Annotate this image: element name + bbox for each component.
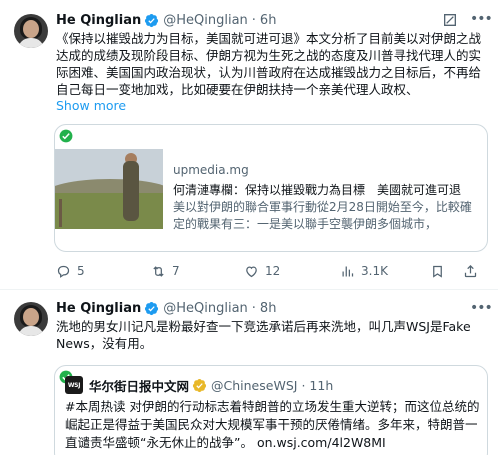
wsj-logo: WSJ [65, 376, 83, 394]
action-bar: 5 7 12 3.1K [56, 262, 488, 280]
verified-badge-icon [145, 13, 159, 27]
views-count: 3.1K [361, 264, 388, 278]
card-description: 美以對伊朗的聯合軍事行動從2月28日開始至今，比較確定的戰果有三：一是美以聯手空… [173, 200, 472, 231]
grok-icon[interactable] [442, 12, 458, 28]
retweet-button[interactable]: 7 [151, 262, 180, 280]
avatar[interactable] [14, 302, 48, 336]
quote-author-handle[interactable]: @ChineseWSJ [211, 378, 297, 393]
time-separator: · [251, 12, 256, 28]
tweet[interactable]: He Qinglian @HeQinglian · 8h ••• 洗地的男女川记… [0, 291, 498, 455]
link-card[interactable]: upmedia.mg 何清漣專欄：保持以摧毀戰力為目標 美國就可進可退 美以對伊… [54, 124, 488, 252]
timestamp[interactable]: 6h [260, 13, 277, 28]
tweet-header: He Qinglian @HeQinglian · 6h [56, 10, 276, 30]
author-handle[interactable]: @HeQinglian [163, 13, 248, 28]
heart-icon [246, 265, 257, 277]
check-icon [59, 129, 73, 143]
like-count: 12 [265, 264, 281, 278]
quote-timestamp[interactable]: 11h [309, 378, 333, 393]
share-icon [464, 264, 477, 277]
time-separator: · [251, 300, 256, 316]
author-name[interactable]: He Qinglian [56, 301, 141, 316]
quote-text-block: #本周热读 对伊朗的行动标志着特朗普的立场发生重大逆转；而这位总统的崛起正是得益… [65, 398, 481, 452]
verified-org-badge-icon [192, 378, 207, 392]
show-more-link[interactable]: Show more [56, 98, 126, 113]
tweet[interactable]: He Qinglian @HeQinglian · 6h ••• 《保持以摧毁战… [0, 0, 498, 290]
card-image[interactable] [55, 149, 163, 229]
tweet-header: He Qinglian @HeQinglian · 8h [56, 298, 276, 318]
quoted-tweet[interactable]: WSJ 华尔街日报中文网 @ChineseWSJ · 11h #本周热读 对伊朗… [54, 365, 488, 455]
share-button[interactable] [463, 262, 478, 280]
more-options-icon[interactable]: ••• [470, 299, 493, 317]
more-options-icon[interactable]: ••• [470, 10, 493, 28]
quote-author-name[interactable]: 华尔街日报中文网 [89, 376, 189, 395]
verified-badge-icon [145, 301, 159, 315]
card-title: 何清漣專欄：保持以摧毀戰力為目標 美國就可進可退 [173, 183, 462, 197]
quote-link[interactable]: on.wsj.com/4l2W8MI [257, 435, 386, 450]
retweet-icon [153, 265, 164, 277]
views-icon [342, 266, 354, 276]
like-button[interactable]: 12 [244, 262, 280, 280]
author-handle[interactable]: @HeQinglian [163, 301, 248, 316]
timestamp[interactable]: 8h [260, 301, 277, 316]
reply-icon [57, 265, 70, 278]
avatar[interactable] [14, 14, 48, 48]
bookmark-button[interactable] [430, 262, 445, 280]
card-domain: upmedia.mg [173, 163, 249, 177]
reply-count: 5 [77, 264, 85, 278]
tweet-text: 洗地的男女川记凡是粉最好查一下竞选承诺后再来洗地，叫几声WSJ是Fake New… [56, 319, 471, 351]
quote-header: WSJ 华尔街日报中文网 @ChineseWSJ · 11h [65, 376, 333, 394]
author-name[interactable]: He Qinglian [56, 13, 141, 28]
reply-button[interactable]: 5 [56, 262, 85, 280]
retweet-count: 7 [172, 264, 180, 278]
tweet-text: 《保持以摧毁战力为目标，美国就可进可退》本文分析了目前美以对伊朗之战达成的成绩及… [56, 31, 482, 97]
time-separator: · [301, 377, 306, 393]
bookmark-icon [433, 265, 442, 278]
views-button[interactable]: 3.1K [340, 262, 388, 280]
